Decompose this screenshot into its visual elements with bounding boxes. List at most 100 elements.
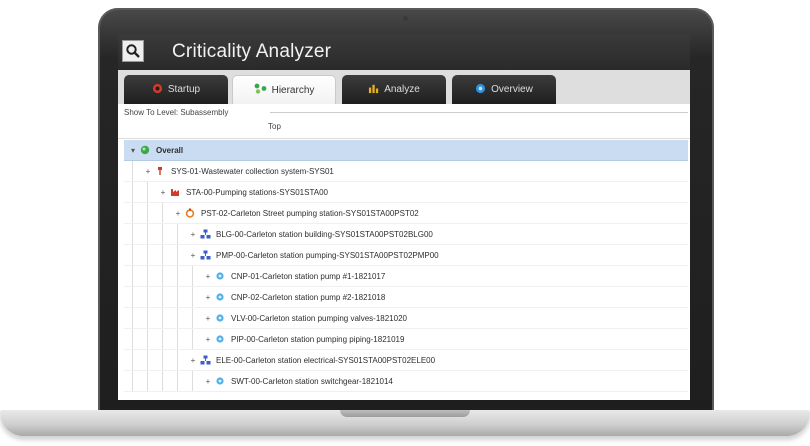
expand-icon[interactable]: + xyxy=(173,209,183,218)
expand-icon[interactable]: + xyxy=(188,356,198,365)
tree-row[interactable]: + PMP-00-Carleton station pumping-SYS01ST… xyxy=(124,245,688,266)
station-icon xyxy=(185,208,197,218)
tree-guide-line xyxy=(147,308,148,328)
level-slider-track[interactable] xyxy=(270,112,688,113)
tree-guide-line xyxy=(162,329,163,349)
tree-guide-line xyxy=(162,287,163,307)
tree-guide-line xyxy=(147,287,148,307)
tree-guide-line xyxy=(132,266,133,286)
tree-node-label: PMP-00-Carleton station pumping-SYS01STA… xyxy=(216,250,439,260)
expand-icon[interactable]: + xyxy=(203,335,213,344)
tree-guide-line xyxy=(162,245,163,265)
tree-node-label: STA-00-Pumping stations-SYS01STA00 xyxy=(186,187,328,197)
tree-guide-line xyxy=(147,203,148,223)
tree-guide-line xyxy=(177,308,178,328)
tree-guide-line xyxy=(162,350,163,370)
tree-guide-line xyxy=(147,329,148,349)
hierarchy-tree: ▾ Overall + SYS-01-Wastewater collection sy… xyxy=(124,140,688,400)
asset-icon xyxy=(215,334,227,344)
tree-row[interactable]: + BLG-00-Carleton station building-SYS01S… xyxy=(124,224,688,245)
tree-guide-line xyxy=(192,287,193,307)
tree-node-label: CNP-01-Carleton station pump #1-1821017 xyxy=(231,271,386,281)
tree-row[interactable]: ▾ Overall xyxy=(124,140,688,161)
level-bar: Show To Level: Subassembly Top xyxy=(118,104,690,139)
tree-node-label: VLV-00-Carleton station pumping valves-1… xyxy=(231,313,407,323)
tree-guide-line xyxy=(132,203,133,223)
factory-icon xyxy=(170,187,182,197)
tree-node-label: PIP-00-Carleton station pumping piping-1… xyxy=(231,334,405,344)
asset-icon xyxy=(215,376,227,386)
tree-guide-line xyxy=(177,224,178,244)
tree-guide-line xyxy=(132,350,133,370)
magnifier-icon[interactable] xyxy=(122,40,144,62)
tree-node-label: SWT-00-Carleton station switchgear-18210… xyxy=(231,376,393,386)
tree-row[interactable]: + CNP-02-Carleton station pump #2-1821018 xyxy=(124,287,688,308)
tree-guide-line xyxy=(132,161,133,181)
tree-row[interactable]: + PIP-00-Carleton station pumping piping-… xyxy=(124,329,688,350)
collapse-icon[interactable]: ▾ xyxy=(128,146,138,155)
tree-row[interactable]: + CNP-01-Carleton station pump #1-1821017 xyxy=(124,266,688,287)
expand-icon[interactable]: + xyxy=(203,377,213,386)
tree-guide-line xyxy=(147,266,148,286)
group-icon xyxy=(200,229,212,239)
tree-row[interactable]: + SYS-01-Wastewater collection system-SYS… xyxy=(124,161,688,182)
group-icon xyxy=(200,355,212,365)
tree-node-label: CNP-02-Carleton station pump #2-1821018 xyxy=(231,292,386,302)
tab-overview[interactable]: Overview xyxy=(452,75,556,104)
tree-guide-line xyxy=(162,308,163,328)
tree-guide-line xyxy=(162,203,163,223)
tree-guide-line xyxy=(147,350,148,370)
tree-node-label: PST-02-Carleton Street pumping station-S… xyxy=(201,208,419,218)
expand-icon[interactable]: + xyxy=(203,293,213,302)
show-to-level-label[interactable]: Show To Level: Subassembly xyxy=(124,108,228,117)
expand-icon[interactable]: + xyxy=(158,188,168,197)
expand-icon[interactable]: + xyxy=(203,272,213,281)
tree-node-label: Overall xyxy=(156,145,184,155)
expand-icon[interactable]: + xyxy=(143,167,153,176)
asset-icon xyxy=(215,292,227,302)
power-icon xyxy=(152,83,163,97)
tree-row[interactable]: + ELE-00-Carleton station electrical-SYS0… xyxy=(124,350,688,371)
tree-guide-line xyxy=(177,371,178,391)
expand-icon[interactable]: + xyxy=(188,230,198,239)
asset-icon xyxy=(215,271,227,281)
tree-guide-line xyxy=(162,266,163,286)
tree-guide-line xyxy=(132,329,133,349)
laptop-notch xyxy=(340,410,470,417)
top-label: Top xyxy=(268,122,281,131)
tree-guide-line xyxy=(162,224,163,244)
tree-row[interactable]: + SWT-00-Carleton station switchgear-1821… xyxy=(124,371,688,392)
tree-guide-line xyxy=(147,245,148,265)
tab-label: Startup xyxy=(167,84,201,95)
app-title: Criticality Analyzer xyxy=(172,41,332,62)
expand-icon[interactable]: + xyxy=(188,251,198,260)
tree-guide-line xyxy=(177,266,178,286)
tree-guide-line xyxy=(177,245,178,265)
system-icon xyxy=(155,166,167,176)
tree-guide-line xyxy=(147,371,148,391)
tab-hierarchy[interactable]: Hierarchy xyxy=(232,75,336,104)
tree-node-label: BLG-00-Carleton station building-SYS01ST… xyxy=(216,229,433,239)
tab-analyze[interactable]: Analyze xyxy=(342,75,446,104)
globe-icon xyxy=(475,83,486,97)
expand-icon[interactable]: + xyxy=(203,314,213,323)
tree-guide-line xyxy=(132,182,133,202)
tree-node-label: SYS-01-Wastewater collection system-SYS0… xyxy=(171,166,334,176)
tree-row[interactable]: + VLV-00-Carleton station pumping valves-… xyxy=(124,308,688,329)
globe-icon xyxy=(140,145,152,155)
tree-guide-line xyxy=(132,245,133,265)
tree-row[interactable]: + PST-02-Carleton Street pumping station-… xyxy=(124,203,688,224)
tree-row[interactable]: + STA-00-Pumping stations-SYS01STA00 xyxy=(124,182,688,203)
tab-label: Analyze xyxy=(384,84,420,95)
tree-guide-line xyxy=(192,308,193,328)
tab-label: Overview xyxy=(491,84,533,95)
tree-guide-line xyxy=(147,224,148,244)
tree-guide-line xyxy=(132,308,133,328)
bar-chart-icon xyxy=(368,83,379,97)
tab-label: Hierarchy xyxy=(271,84,315,96)
tab-startup[interactable]: Startup xyxy=(124,75,228,104)
group-icon xyxy=(200,250,212,260)
tree-guide-line xyxy=(192,329,193,349)
tree-guide-line xyxy=(132,224,133,244)
app-window: Criticality Analyzer Startup Hierarchy A… xyxy=(118,34,690,400)
